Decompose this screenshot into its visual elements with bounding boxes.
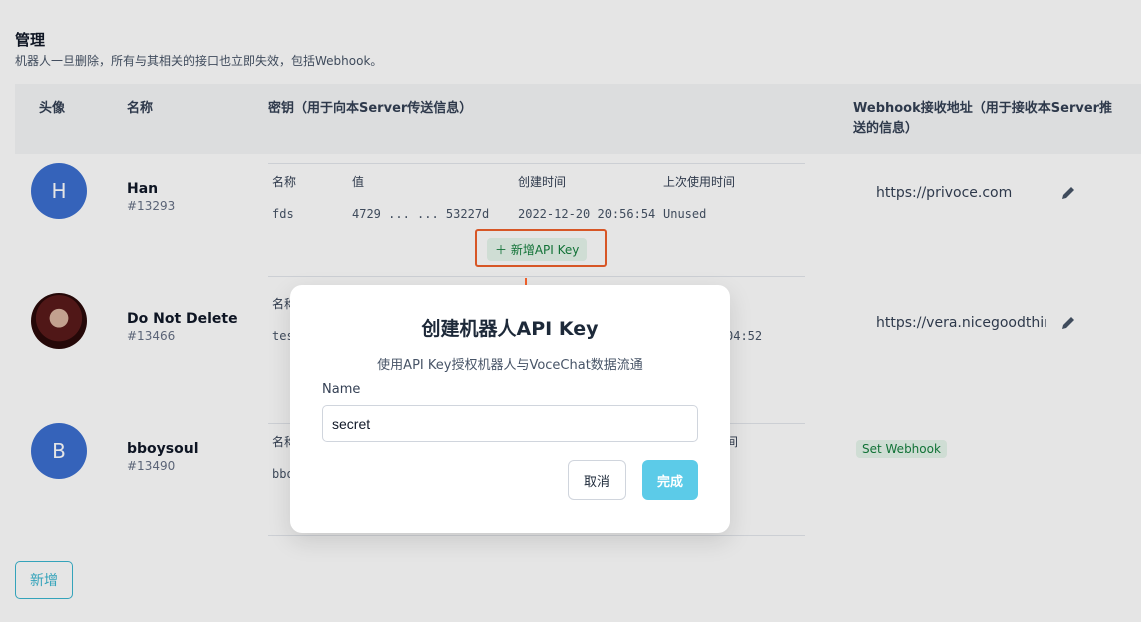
name-field-label: Name	[322, 382, 361, 397]
create-api-key-modal: 创建机器人API Key 使用API Key授权机器人与VoceChat数据流通…	[290, 285, 730, 533]
modal-description: 使用API Key授权机器人与VoceChat数据流通	[377, 358, 643, 373]
confirm-button[interactable]: 完成	[642, 460, 698, 500]
modal-title: 创建机器人API Key	[421, 318, 599, 340]
name-input[interactable]	[322, 405, 698, 442]
cancel-button[interactable]: 取消	[568, 460, 626, 500]
